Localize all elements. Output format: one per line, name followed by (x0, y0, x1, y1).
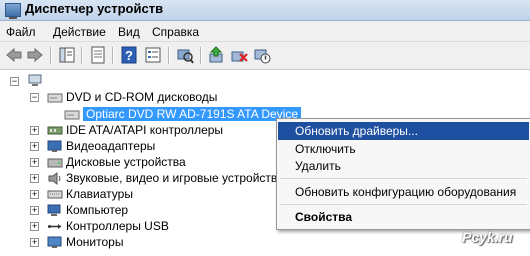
menu-item-label: Обновить конфигурацию оборудования (295, 185, 517, 199)
expand-icon[interactable]: + (30, 126, 39, 135)
menu-properties[interactable]: Свойства (278, 208, 529, 226)
menu-help[interactable]: Справка (152, 25, 199, 39)
svg-text:?: ? (125, 48, 133, 63)
context-menu: Обновить драйверы... Отключить Удалить О… (276, 118, 530, 230)
menu-view[interactable]: Вид (118, 25, 140, 39)
tree-item-sound-devices[interactable]: + Звуковые, видео и игровые устройства (30, 171, 290, 186)
expand-icon[interactable]: + (30, 142, 39, 151)
tree-item-video-adapters[interactable]: + Видеоадаптеры (30, 139, 270, 154)
tree-root[interactable]: − (10, 74, 50, 89)
menu-file[interactable]: Файл (6, 25, 36, 39)
menu-scan-hardware[interactable]: Обновить конфигурацию оборудования (278, 183, 529, 201)
menu-update-drivers[interactable]: Обновить драйверы... (278, 122, 529, 140)
display-adapter-icon (47, 140, 62, 152)
menu-disable[interactable]: Отключить (278, 140, 529, 158)
tree-item-keyboards[interactable]: + Клавиатуры (30, 187, 270, 202)
tree-item-label: Контроллеры USB (66, 219, 169, 233)
menu-item-label: Удалить (295, 159, 341, 173)
tree-item-dvd-device[interactable]: Optiarc DVD RW AD-7191S ATA Device (64, 107, 302, 122)
device-manager-icon (5, 3, 21, 19)
toolbar-separator (112, 47, 114, 64)
ide-controller-icon (47, 126, 63, 135)
disk-drive-icon (47, 158, 63, 168)
tree-item-label: Клавиатуры (66, 187, 133, 201)
tree-item-disk-drives[interactable]: + Дисковые устройства (30, 155, 270, 170)
scan-hardware-icon[interactable] (176, 46, 194, 64)
keyboard-icon (47, 190, 63, 199)
forward-arrow-icon[interactable] (26, 46, 44, 64)
computer-icon (28, 74, 42, 86)
tree-item-usb-controllers[interactable]: + Контроллеры USB (30, 219, 270, 234)
expand-icon[interactable]: + (30, 238, 39, 247)
console-tree-icon[interactable] (58, 46, 76, 64)
computer-icon (47, 204, 61, 216)
help-icon[interactable]: ? (120, 46, 138, 64)
menu-action[interactable]: Действие (53, 25, 106, 39)
tree-item-ide-controllers[interactable]: + IDE ATA/ATAPI контроллеры (30, 123, 270, 138)
speaker-icon (48, 172, 61, 185)
usb-icon (48, 224, 61, 229)
watermark: Pcyk.ru (462, 229, 513, 245)
menu-separator (280, 204, 527, 205)
menu-bar: Файл Действие Вид Справка (0, 21, 530, 42)
tree-item-dvd-cdrom[interactable]: − DVD и CD-ROM дисководы (30, 90, 270, 105)
tree-item-computer[interactable]: + Компьютер (30, 203, 270, 218)
properties-sheet-icon[interactable] (89, 46, 107, 64)
toolbar-separator (168, 47, 170, 64)
collapse-icon[interactable]: − (30, 93, 39, 102)
expand-icon[interactable]: + (30, 158, 39, 167)
view-list-icon[interactable] (144, 46, 162, 64)
tree-item-label: Звуковые, видео и игровые устройства (66, 171, 284, 185)
toolbar-separator (50, 47, 52, 64)
menu-item-label: Свойства (295, 210, 353, 224)
collapse-icon[interactable]: − (10, 77, 19, 86)
menu-separator (280, 178, 527, 179)
dvd-drive-icon (47, 93, 63, 103)
expand-icon[interactable]: + (30, 174, 39, 183)
tree-item-label: Видеоадаптеры (66, 139, 156, 153)
back-arrow-icon[interactable] (5, 46, 23, 64)
monitor-icon (47, 236, 62, 248)
toolbar-separator (200, 47, 202, 64)
toolbar: ? (0, 42, 530, 70)
menu-remove[interactable]: Удалить (278, 157, 529, 175)
tree-item-label: IDE ATA/ATAPI контроллеры (66, 123, 224, 137)
toolbar-separator (81, 47, 83, 64)
menu-item-label: Отключить (295, 142, 356, 156)
tree-item-label: Компьютер (66, 203, 129, 217)
title-bar: Диспетчер устройств (0, 0, 530, 21)
uninstall-device-icon[interactable] (230, 46, 248, 64)
tree-item-label: Дисковые устройства (66, 155, 186, 169)
tree-item-label: Мониторы (66, 235, 124, 249)
expand-icon[interactable]: + (30, 190, 39, 199)
tree-item-label: DVD и CD-ROM дисководы (66, 90, 218, 104)
expand-icon[interactable]: + (30, 206, 39, 215)
expand-icon[interactable]: + (30, 222, 39, 231)
selected-device-label: Optiarc DVD RW AD-7191S ATA Device (83, 107, 302, 121)
tree-item-monitors[interactable]: + Мониторы (30, 235, 270, 250)
update-driver-icon[interactable] (207, 46, 225, 64)
menu-item-label: Обновить драйверы... (295, 124, 418, 138)
disable-device-icon[interactable] (253, 46, 271, 64)
window-title: Диспетчер устройств (25, 1, 164, 16)
dvd-drive-icon (64, 110, 80, 120)
